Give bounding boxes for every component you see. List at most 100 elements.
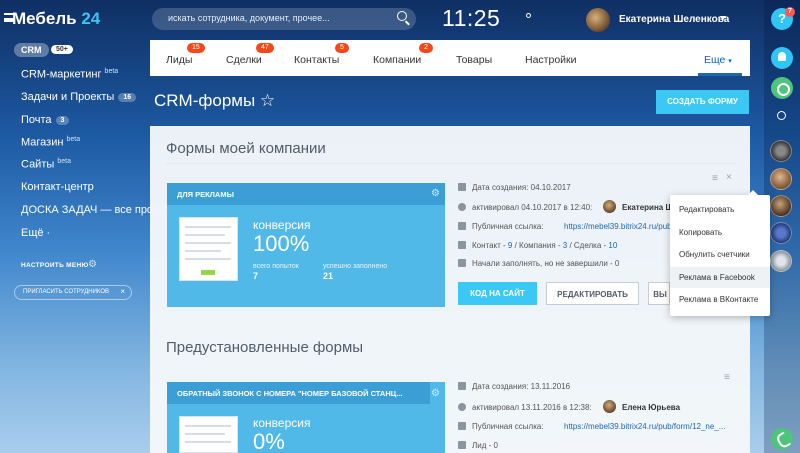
tasks-count-badge: 16	[118, 93, 137, 102]
search-icon[interactable]	[397, 11, 407, 21]
mail-count-badge: 3	[55, 116, 70, 125]
activated-by[interactable]: Екатерина Ш	[622, 203, 674, 212]
avatar[interactable]	[586, 8, 610, 32]
layers-icon	[458, 241, 466, 249]
search-input[interactable]: искать сотрудника, документ, прочее...	[152, 8, 416, 30]
crm-count-badge: 50+	[51, 45, 73, 54]
divider	[166, 163, 736, 164]
public-link-label: Публичная ссылка:	[472, 222, 544, 231]
filled-label: успешно заполнено	[323, 263, 388, 270]
lead-count: Лид - 0	[472, 441, 498, 450]
tab-products[interactable]: Товары	[456, 54, 492, 66]
invite-employees-button[interactable]: ПРИГЛАСИТЬ СОТРУДНИКОВ ×	[14, 285, 132, 300]
attempts-label: всего попыток	[253, 263, 299, 270]
sidebar-item-more[interactable]: Ещё ·	[21, 227, 50, 239]
clock[interactable]: 11:25	[442, 5, 500, 32]
deals-count-badge: 47	[256, 43, 274, 53]
sidebar-item-shop[interactable]: Магазин beta	[21, 136, 80, 149]
public-link-label: Публичная ссылка:	[472, 422, 544, 431]
create-form-button[interactable]: СОЗДАТЬ ФОРМУ	[656, 90, 749, 114]
contact-avatar[interactable]	[770, 250, 792, 272]
section-title: Формы моей компании	[166, 140, 326, 157]
form-card-title[interactable]: ДЛЯ РЕКЛАМЫ	[167, 183, 445, 205]
link-icon	[458, 422, 466, 430]
sidebar-item-crm-marketing[interactable]: CRM-маркетинг beta	[21, 68, 118, 81]
workday-status-icon[interactable]	[526, 13, 531, 18]
menu-item-reset-counters[interactable]: Обнулить счетчики	[679, 250, 750, 259]
code-on-site-button[interactable]: КОД НА САЙТ	[458, 282, 537, 305]
contact-avatar[interactable]	[770, 140, 792, 162]
close-icon[interactable]: ×	[120, 287, 125, 296]
contact-avatar[interactable]	[770, 195, 792, 217]
chat-icon[interactable]	[771, 77, 793, 99]
tab-deals[interactable]: Сделки	[226, 54, 262, 66]
gear-icon[interactable]: ⚙	[88, 259, 97, 270]
sidebar-item-tasks[interactable]: Задачи и Проекты 16	[21, 91, 137, 103]
user-name[interactable]: Екатерина Шеленкова	[619, 14, 729, 25]
page-title: CRM-формы ☆	[154, 91, 276, 110]
menu-item-facebook-ads[interactable]: Реклама в Facebook	[679, 273, 755, 282]
phone-icon[interactable]	[771, 428, 793, 450]
close-icon[interactable]: ×	[726, 172, 732, 183]
public-link[interactable]: https://mebel39.bitrix24.ru/pub/form/12_…	[564, 422, 725, 431]
sidebar-item-sites[interactable]: Сайты beta	[21, 158, 71, 171]
activated-info: активировал 13.11.2016 в 12:38:	[472, 403, 592, 412]
created-date: Дата создания: 13.11.2016	[472, 382, 571, 391]
conversion-label: конверсия	[253, 218, 311, 232]
started-not-finished: Начали заполнять, но не завершили - 0	[472, 259, 620, 268]
tab-more[interactable]: Еще ▾	[704, 54, 732, 66]
search-icon[interactable]	[777, 111, 786, 120]
menu-icon[interactable]: ≡	[712, 173, 718, 184]
leads-count-badge: 15	[187, 43, 205, 53]
form-preview[interactable]	[179, 217, 238, 281]
logo[interactable]: Мебель 24	[12, 9, 100, 29]
chevron-down-icon[interactable]	[720, 16, 726, 20]
activated-by[interactable]: Елена Юрьева	[622, 403, 680, 412]
menu-icon[interactable]: ≡	[724, 372, 730, 383]
filled-value: 21	[323, 271, 334, 281]
public-link[interactable]: https://mebel39.bitrix24.ru/pub/f	[564, 222, 676, 231]
sidebar-item-crm[interactable]: CRM	[14, 43, 49, 57]
contact-avatar[interactable]	[770, 168, 792, 190]
conversion-label: конверсия	[253, 416, 311, 430]
gear-icon[interactable]: ⚙	[431, 388, 440, 399]
calendar-icon	[458, 382, 466, 390]
pencil-icon	[458, 259, 466, 267]
setup-menu-link[interactable]: НАСТРОИТЬ МЕНЮ	[21, 262, 89, 269]
conversion-value: 100%	[253, 231, 310, 256]
companies-count-badge: 2	[419, 43, 433, 53]
notification-badge: 7	[785, 7, 795, 17]
created-date: Дата создания: 04.10.2017	[472, 183, 571, 192]
bell-icon[interactable]	[771, 47, 793, 69]
tab-companies[interactable]: Компании	[373, 54, 421, 66]
tab-contacts[interactable]: Контакты	[294, 54, 339, 66]
more-button[interactable]: ВЫ	[648, 282, 670, 305]
user-icon	[458, 203, 466, 211]
contacts-count-badge: 5	[335, 43, 349, 53]
avatar[interactable]	[603, 400, 616, 413]
sidebar-item-mail[interactable]: Почта 3	[21, 114, 70, 126]
sidebar-item-contact-center[interactable]: Контакт-центр	[21, 181, 94, 193]
active-tab-underline	[698, 73, 742, 76]
user-icon	[458, 403, 466, 411]
menu-item-edit[interactable]: Редактировать	[679, 205, 734, 214]
conversion-value: 0%	[253, 429, 285, 453]
crm-entities: Контакт - 9 / Компания - 3 / Сделка - 10	[472, 241, 618, 250]
link-icon	[458, 222, 466, 230]
section-title: Предустановленные формы	[166, 339, 364, 356]
edit-button[interactable]: РЕДАКТИРОВАТЬ	[546, 282, 639, 305]
calendar-icon	[458, 183, 466, 191]
activated-info: активировал 04.10.2017 в 12:40:	[472, 203, 593, 212]
avatar[interactable]	[603, 200, 616, 213]
sidebar-item-task-board[interactable]: ДОСКА ЗАДАЧ — все про...	[21, 204, 162, 216]
contact-avatar[interactable]	[770, 222, 792, 244]
menu-item-vk-ads[interactable]: Реклама в ВКонтакте	[679, 295, 758, 304]
form-card-title[interactable]: ОБРАТНЫЙ ЗВОНОК С НОМЕРА "НОМЕР БАЗОВОЙ …	[167, 382, 430, 404]
layers-icon	[458, 441, 466, 449]
gear-icon[interactable]: ⚙	[431, 188, 440, 199]
attempts-value: 7	[253, 271, 259, 281]
menu-item-copy[interactable]: Копировать	[679, 228, 722, 237]
tab-leads[interactable]: Лиды	[166, 54, 192, 66]
tab-settings[interactable]: Настройки	[525, 54, 577, 66]
form-preview[interactable]	[179, 416, 238, 453]
